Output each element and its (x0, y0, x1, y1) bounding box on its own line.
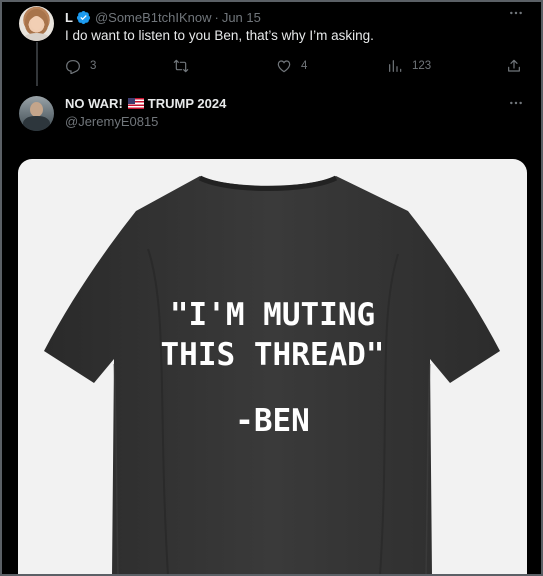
display-name[interactable]: NO WAR! TRUMP 2024 (65, 96, 226, 111)
retweet-icon (173, 59, 189, 73)
reply-icon (66, 60, 80, 74)
thread-connector-line (36, 42, 38, 86)
user-handle[interactable]: @JeremyE0815 (65, 114, 158, 129)
tweet-header: L @SomeB1tchIKnow · Jun 15 (65, 8, 261, 26)
views-button[interactable]: 123 (387, 57, 431, 75)
more-horizontal-icon[interactable] (507, 8, 525, 22)
retweet-button[interactable] (173, 57, 198, 75)
shirt-print-line-3: -BEN (235, 403, 310, 439)
analytics-icon (389, 60, 402, 72)
dot-separator: · (214, 9, 219, 25)
more-horizontal-icon[interactable] (507, 98, 525, 112)
display-name[interactable]: L (65, 10, 73, 25)
tweet-media-image[interactable]: "I'M MUTING THIS THREAD" -BEN (18, 159, 527, 576)
shirt-print-line-1: "I'M MUTING (169, 297, 376, 333)
share-icon (508, 59, 520, 72)
shirt-print-line-2: THIS THREAD" (160, 337, 385, 373)
like-count: 4 (301, 60, 308, 72)
user-handle[interactable]: @SomeB1tchIKnow (95, 10, 212, 25)
avatar[interactable] (19, 6, 54, 41)
share-button[interactable] (506, 57, 531, 75)
tweet-text: I do want to listen to you Ben, that’s w… (65, 28, 374, 43)
verified-badge-icon (76, 10, 91, 25)
us-flag-icon (127, 98, 144, 109)
tweet-date[interactable]: Jun 15 (222, 10, 261, 25)
like-button[interactable]: 4 (276, 57, 307, 75)
reply-button[interactable]: 3 (65, 57, 96, 75)
reply-count: 3 (90, 60, 97, 72)
tweet-actions: 3 4 123 (65, 57, 535, 75)
display-name-part-1: NO WAR! (65, 96, 123, 111)
display-name-part-2: TRUMP 2024 (147, 96, 227, 111)
main-tweet[interactable]: NO WAR! TRUMP 2024 @JeremyE0815 "I'M MUT… (0, 86, 543, 576)
avatar[interactable] (19, 96, 54, 131)
reply-tweet[interactable]: L @SomeB1tchIKnow · Jun 15 I do want to … (0, 0, 543, 86)
view-count: 123 (412, 60, 432, 72)
heart-icon (277, 60, 291, 73)
